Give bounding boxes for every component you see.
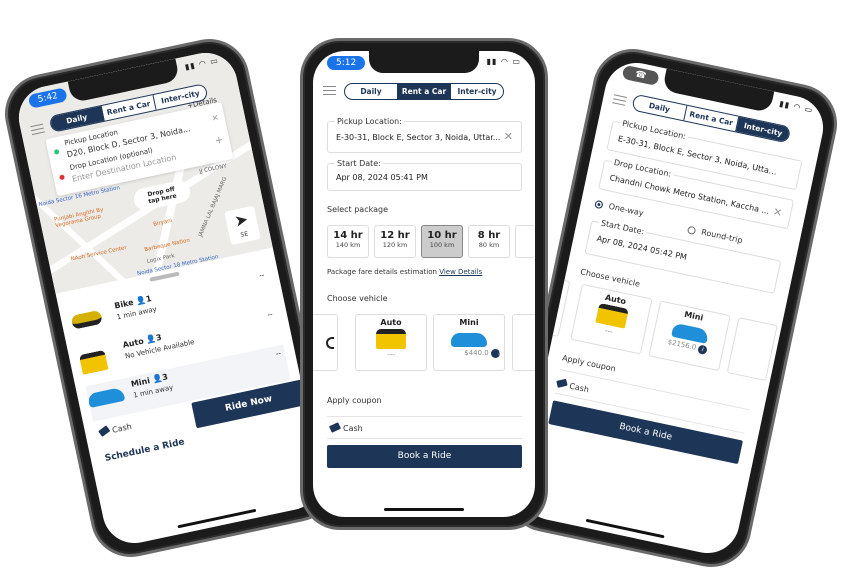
vehicle-card-auto[interactable]: Auto --- [355,314,427,371]
mini-car-image [87,386,126,409]
clear-icon[interactable]: ✕ [211,113,219,123]
mini-car-image [451,333,487,347]
hamburger-menu-icon[interactable] [612,94,627,106]
pickup-dot-icon [53,148,60,155]
bike-image [70,309,103,330]
home-indicator[interactable] [585,518,665,539]
vehicle-card-next[interactable] [512,314,535,371]
status-icons: ▮▮ ◠ ▭ [486,57,521,66]
book-ride-button[interactable]: Book a Ride [548,400,743,465]
package-10hr[interactable]: 10 hr 100 km [421,225,463,258]
select-package-heading: Select package [327,205,388,214]
bike-wheel-image [325,337,334,349]
center-screen: 5:12 ▮▮ ◠ ▭ Daily Rent a Car Inter-city … [313,51,535,517]
package-14hr[interactable]: 14 hr 140 km [327,225,369,258]
book-ride-button[interactable]: Book a Ride [327,445,522,468]
view-details-link[interactable]: View Details [439,268,482,276]
payment-method[interactable]: Cash [98,422,133,438]
auto-image [376,329,406,349]
pickup-location-field[interactable]: Pickup Location: E-30-31, Block E, Sector… [327,117,522,153]
navigate-arrow-icon[interactable]: ➤ SE [224,205,261,246]
vehicle-card-next[interactable] [726,317,778,382]
tab-daily[interactable]: Daily [632,94,688,121]
package-12hr[interactable]: 12 hr 120 km [374,225,416,258]
payment-method[interactable]: Cash [556,378,590,394]
right-screen: ☎ ▮▮ ◠ ▭ Daily Rent a Car Inter-city Pic… [514,57,830,559]
center-phone: 5:12 ▮▮ ◠ ▭ Daily Rent a Car Inter-city … [300,38,548,530]
radio-one-way[interactable]: One-way [594,199,644,218]
sheet-handle[interactable] [149,271,180,282]
vehicle-card-mini[interactable]: Mini $440.0 i [433,314,505,371]
tab-rent-a-car[interactable]: Rent a Car [684,105,740,132]
vehicle-card-bike[interactable] [313,314,338,371]
home-indicator[interactable] [177,508,257,529]
call-indicator-icon[interactable]: ☎ [621,64,660,86]
auto-image [78,349,109,375]
clear-icon[interactable]: ✕ [504,130,513,143]
tab-inter-city[interactable]: Inter-city [451,84,503,99]
status-icons: ▮▮ ◠ ▭ [778,98,815,115]
tab-daily[interactable]: Daily [345,84,398,99]
add-stop-icon[interactable]: + [214,135,224,148]
start-date-field[interactable]: Start Date: Apr 08, 2024 05:41 PM [327,159,522,191]
tab-rent-a-car[interactable]: Rent a Car [398,84,451,99]
info-icon[interactable]: i [697,344,708,356]
ride-type-tabs: Daily Rent a Car Inter-city [344,83,504,100]
left-phone: Apple Service Center Punjabi Angithi By … [0,31,343,565]
dropoff-bubble[interactable]: Drop off tap here [131,178,192,213]
right-phone: ☎ ▮▮ ◠ ▭ Daily Rent a Car Inter-city Pic… [499,41,845,574]
package-more[interactable] [515,225,535,258]
poi[interactable]: Punjabi Angithi By Vegorama Group [54,205,115,229]
package-8hr[interactable]: 8 hr 80 km [468,225,510,258]
auto-image [595,302,629,329]
info-icon[interactable]: i [491,349,500,358]
drop-pin-icon [59,174,66,181]
choose-vehicle-heading: Choose vehicle [327,294,388,303]
home-indicator[interactable] [384,508,464,511]
payment-method[interactable]: Cash [328,422,363,433]
notch [369,51,479,73]
fare-estimation: Package fare details estimation View Det… [327,268,483,276]
hamburger-menu-icon[interactable] [323,86,336,95]
apply-coupon[interactable]: Apply coupon [327,396,382,405]
tab-inter-city[interactable]: Inter-city [736,116,791,143]
schedule-ride-button[interactable]: Schedule a Ride [104,437,186,464]
cash-icon [98,425,111,437]
left-screen: Apple Service Center Punjabi Angithi By … [12,47,328,549]
cash-icon [328,422,342,433]
vehicle-card-mini[interactable]: Mini $2156.0 i [648,300,731,372]
poi: JAMNA LAL BAJAJ MARG [197,176,229,238]
status-time: 5:12 [327,56,366,70]
cash-icon [556,378,568,388]
vehicle-card-auto[interactable]: Auto --- [570,283,653,355]
clear-icon[interactable]: ✕ [772,205,784,220]
